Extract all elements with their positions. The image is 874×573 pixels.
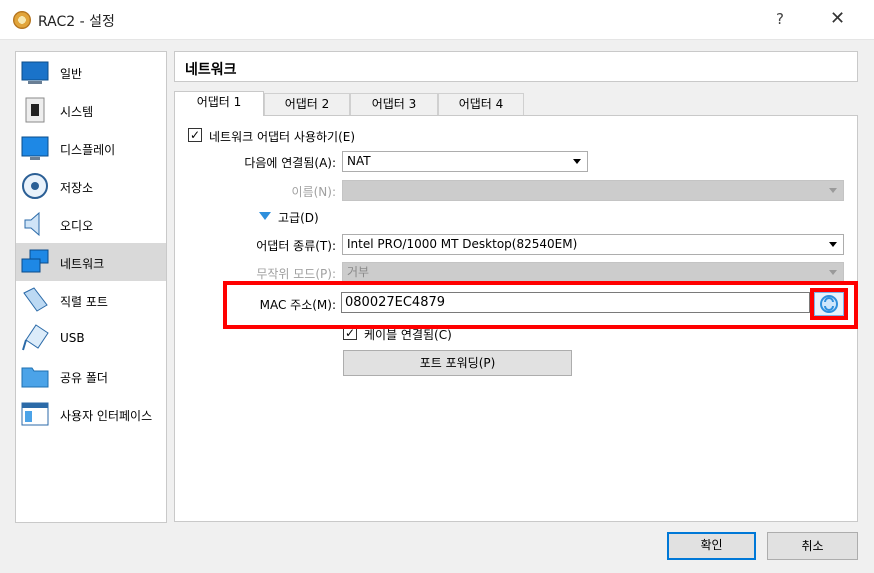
adapter-type-label: 어댑터 종류(T): (256, 239, 336, 253)
sidebar-item-display[interactable]: 디스플레이 (16, 129, 166, 167)
storage-icon (22, 173, 48, 199)
shared-folder-icon (21, 367, 49, 388)
sidebar-item-serial-port[interactable]: 직렬 포트 (16, 281, 166, 319)
chevron-down-icon (573, 159, 581, 164)
virtualbox-logo-icon (13, 11, 31, 29)
refresh-highlight-box (810, 288, 848, 320)
tab-adapter-2[interactable]: 어댑터 2 (264, 93, 350, 115)
sidebar-item-network[interactable]: 네트워크 (16, 243, 166, 281)
expand-arrow-icon[interactable] (259, 212, 271, 221)
sidebar-item-general[interactable]: 일반 (16, 53, 166, 91)
tab-adapter-3[interactable]: 어댑터 3 (350, 93, 438, 115)
attached-to-value: NAT (347, 154, 371, 168)
name-select[interactable] (342, 180, 844, 201)
sidebar-item-label: 일반 (60, 67, 83, 81)
display-icon (21, 136, 49, 160)
network-icon (21, 249, 49, 273)
usb-icon (22, 324, 49, 351)
mac-highlight-box (223, 281, 858, 329)
sidebar-item-label: 네트워크 (60, 257, 105, 271)
enable-adapter-checkbox[interactable]: ✓ (188, 128, 202, 142)
title-bar: RAC2 - 설정 ? ✕ (0, 0, 874, 40)
sidebar-item-storage[interactable]: 저장소 (16, 167, 166, 205)
sidebar-item-label: 저장소 (60, 181, 94, 195)
close-button[interactable]: ✕ (830, 8, 845, 29)
sidebar-item-label: 디스플레이 (60, 143, 116, 157)
tab-adapter-1[interactable]: 어댑터 1 (174, 91, 264, 116)
settings-sidebar: 일반 시스템 디스플레이 저장소 오디오 네트워크 직렬 포트 USB 공유 폴… (15, 51, 167, 523)
promiscuous-mode-label: 무작위 모드(P): (256, 267, 336, 281)
chevron-down-icon (829, 188, 837, 193)
sidebar-item-label: 사용자 인터페이스 (60, 409, 153, 423)
serial-port-icon (23, 287, 48, 312)
sidebar-item-shared-folder[interactable]: 공유 폴더 (16, 357, 166, 395)
attached-to-label: 다음에 연결됨(A): (244, 156, 336, 170)
sidebar-item-label: 오디오 (60, 219, 94, 233)
sidebar-item-user-interface[interactable]: 사용자 인터페이스 (16, 395, 166, 433)
enable-adapter-label: 네트워크 어댑터 사용하기(E) (209, 130, 356, 144)
sidebar-item-label: 시스템 (60, 105, 94, 119)
sidebar-item-audio[interactable]: 오디오 (16, 205, 166, 243)
sidebar-item-system[interactable]: 시스템 (16, 91, 166, 129)
chevron-down-icon (829, 242, 837, 247)
help-button[interactable]: ? (776, 10, 784, 28)
ok-button[interactable]: 확인 (667, 532, 756, 560)
page-title: 네트워크 (185, 62, 237, 78)
window-title: RAC2 - 설정 (38, 14, 115, 30)
sidebar-item-label: 직렬 포트 (60, 295, 108, 309)
chevron-down-icon (829, 270, 837, 275)
sidebar-item-label: USB (60, 331, 85, 345)
name-label: 이름(N): (291, 185, 336, 199)
attached-to-select[interactable]: NAT (342, 151, 588, 172)
promiscuous-mode-value: 거부 (347, 265, 370, 279)
cancel-button[interactable]: 취소 (767, 532, 858, 560)
advanced-toggle[interactable]: 고급(D) (278, 209, 319, 226)
port-forwarding-button[interactable]: 포트 포워딩(P) (343, 350, 572, 376)
user-interface-icon (21, 402, 49, 426)
sidebar-item-label: 공유 폴더 (60, 371, 108, 385)
section-header: 네트워크 (174, 51, 858, 82)
general-icon (21, 61, 49, 84)
tab-adapter-4[interactable]: 어댑터 4 (438, 93, 524, 115)
system-icon (25, 97, 45, 123)
adapter-type-value: Intel PRO/1000 MT Desktop(82540EM) (347, 237, 578, 251)
audio-icon (24, 211, 40, 237)
adapter-type-select[interactable]: Intel PRO/1000 MT Desktop(82540EM) (342, 234, 844, 255)
sidebar-item-usb[interactable]: USB (16, 319, 166, 357)
promiscuous-mode-select[interactable]: 거부 (342, 262, 844, 283)
